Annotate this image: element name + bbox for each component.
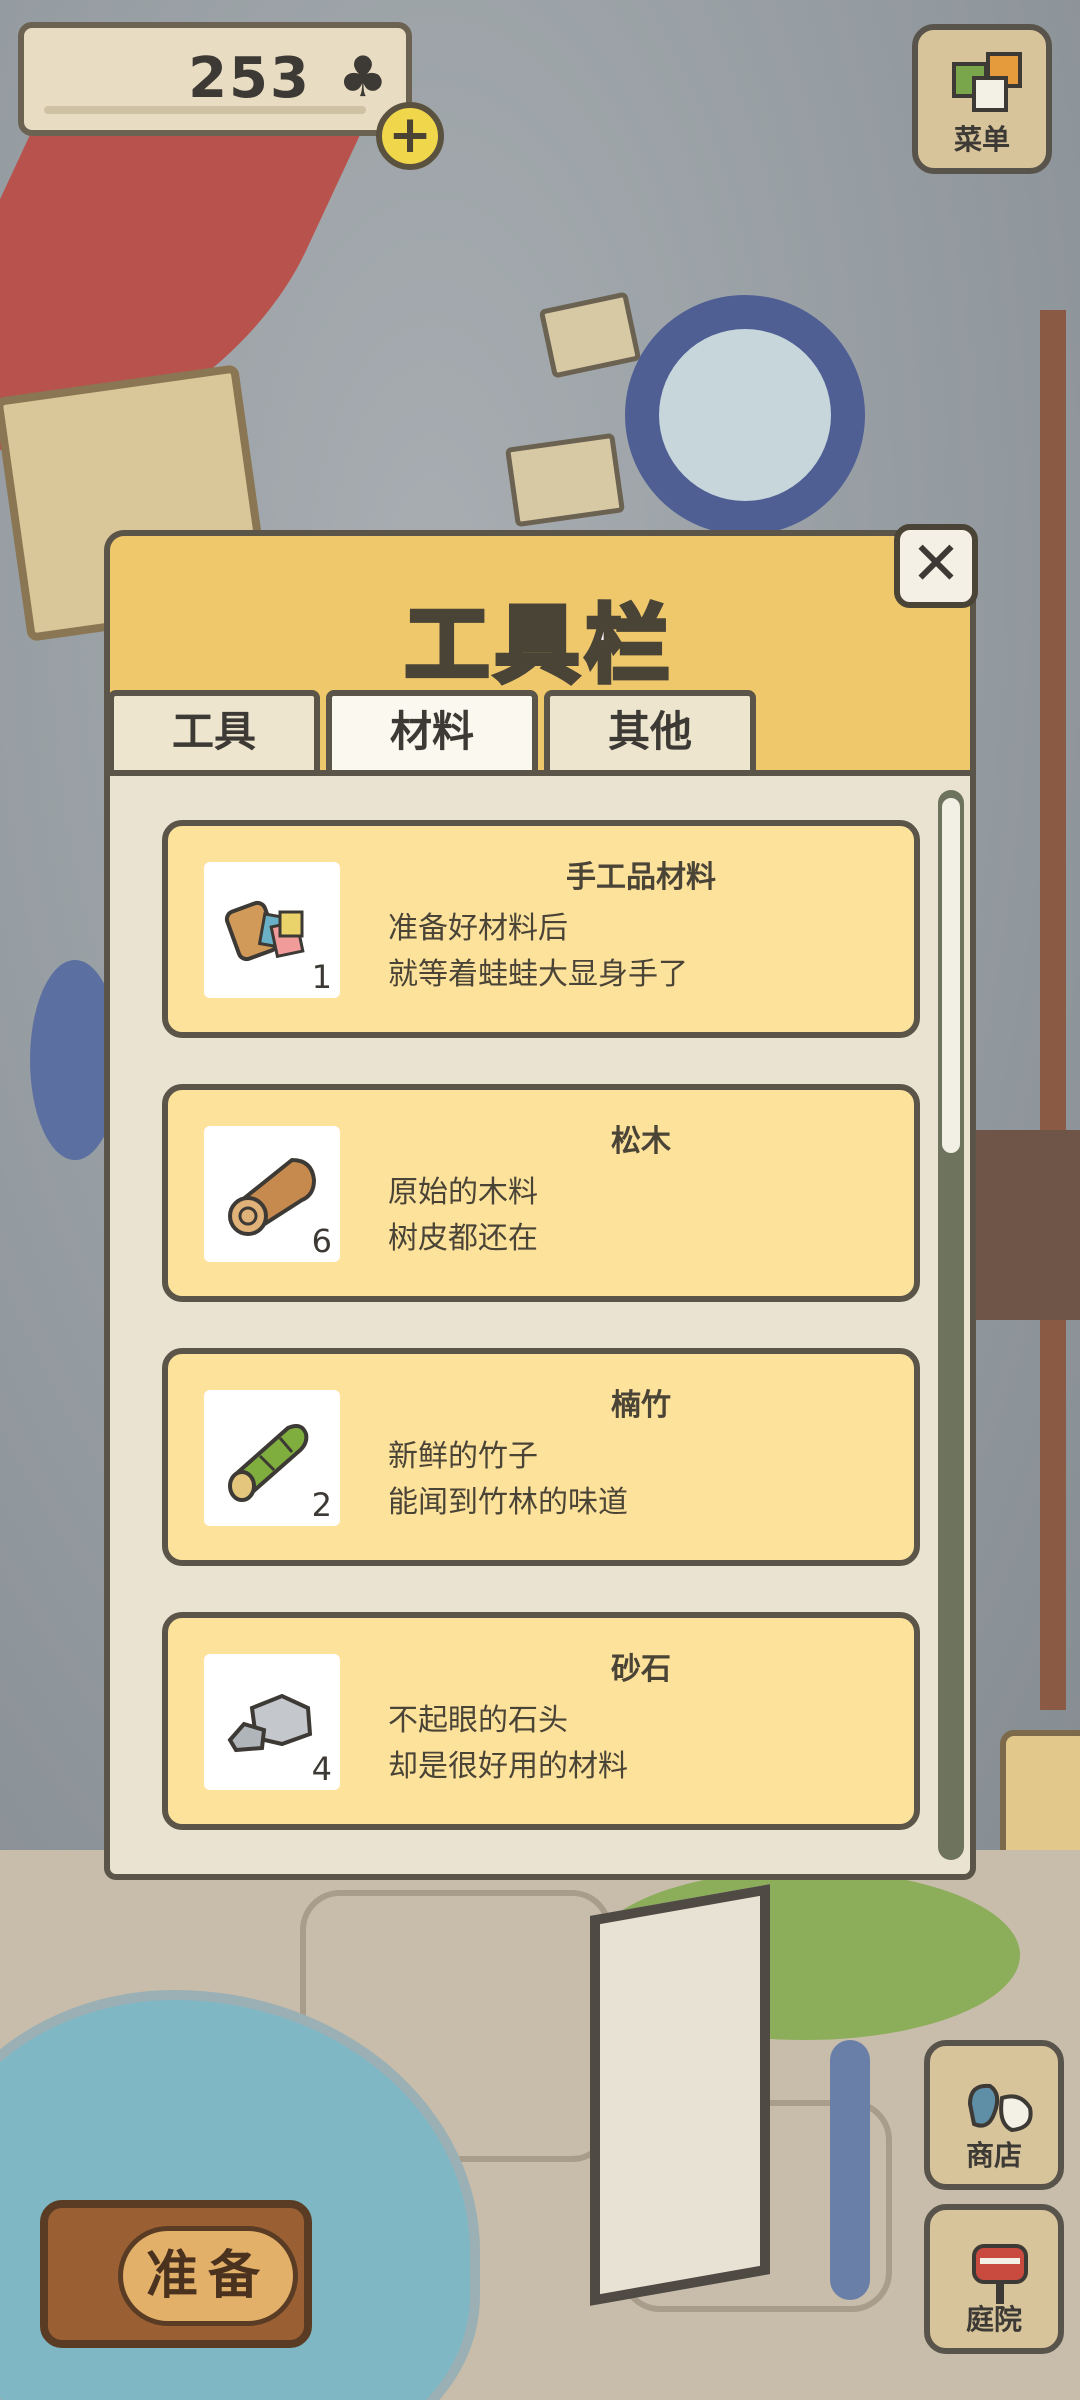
bamboo-icon bbox=[228, 1424, 309, 1502]
tab-tools[interactable]: 工具 bbox=[108, 690, 320, 770]
list-item[interactable] bbox=[162, 1876, 920, 1880]
clover-bar bbox=[44, 106, 366, 114]
panel-title: 工具栏 bbox=[402, 594, 675, 697]
scrollbar[interactable] bbox=[938, 790, 964, 1860]
item-name: 松木 bbox=[611, 1124, 671, 1159]
item-description-line: 新鲜的竹子 bbox=[388, 1439, 538, 1474]
menu-label: 菜单 bbox=[953, 123, 1010, 156]
item-name: 楠竹 bbox=[611, 1388, 671, 1423]
item-description-line: 树皮都还在 bbox=[388, 1221, 538, 1256]
item-thumbnail: 2 bbox=[204, 1390, 340, 1526]
round-mirror bbox=[625, 295, 865, 535]
pinned-note bbox=[504, 432, 626, 528]
item-description-line: 能闻到竹林的味道 bbox=[388, 1485, 628, 1520]
scroll-thumb[interactable] bbox=[942, 798, 960, 1153]
item-quantity: 4 bbox=[311, 1750, 332, 1788]
mailbox-icon bbox=[972, 2244, 1028, 2304]
prepare-button[interactable]: 准备 bbox=[40, 2200, 312, 2348]
item-description-line: 不起眼的石头 bbox=[388, 1703, 568, 1738]
yard-button[interactable]: 庭院 bbox=[924, 2204, 1064, 2354]
item-quantity: 1 bbox=[311, 958, 332, 996]
item-name: 砂石 bbox=[611, 1652, 671, 1687]
item-thumbnail: 4 bbox=[204, 1654, 340, 1790]
stone-icon bbox=[227, 1693, 313, 1753]
item-description: 准备好材料后 就等着蛙蛙大显身手了 bbox=[388, 906, 688, 998]
wooden-shelf bbox=[970, 1130, 1080, 1320]
item-description-line: 原始的木料 bbox=[388, 1175, 538, 1210]
item-description: 原始的木料 树皮都还在 bbox=[388, 1170, 538, 1262]
list-item[interactable]: 1 手工品材料 准备好材料后 就等着蛙蛙大显身手了 bbox=[162, 820, 920, 1038]
list-item[interactable]: 4 砂石 不起眼的石头 却是很好用的材料 bbox=[162, 1612, 920, 1830]
item-description-line: 却是很好用的材料 bbox=[388, 1749, 628, 1784]
menu-button[interactable]: 菜单 bbox=[912, 24, 1052, 174]
shop-button[interactable]: 商店 bbox=[924, 2040, 1064, 2190]
item-quantity: 6 bbox=[311, 1222, 332, 1260]
tab-materials[interactable]: 材料 bbox=[326, 690, 538, 770]
materials-list[interactable]: 1 手工品材料 准备好材料后 就等着蛙蛙大显身手了 6 松木 原始的木料 树皮都… bbox=[104, 770, 976, 1880]
item-description: 新鲜的竹子 能闻到竹林的味道 bbox=[388, 1434, 628, 1526]
item-thumbnail: 6 bbox=[204, 1126, 340, 1262]
tab-others[interactable]: 其他 bbox=[544, 690, 756, 770]
pine-log-icon bbox=[228, 1157, 317, 1236]
lamp-post bbox=[830, 2040, 870, 2300]
item-description-line: 就等着蛙蛙大显身手了 bbox=[388, 957, 688, 992]
list-item[interactable]: 2 楠竹 新鲜的竹子 能闻到竹林的味道 bbox=[162, 1348, 920, 1566]
wooden-pole bbox=[1040, 310, 1066, 1710]
item-description: 不起眼的石头 却是很好用的材料 bbox=[388, 1698, 628, 1790]
add-clover-button[interactable]: + bbox=[376, 102, 444, 170]
item-description-line: 准备好材料后 bbox=[388, 911, 568, 946]
item-quantity: 2 bbox=[311, 1486, 332, 1524]
craft-materials-icon bbox=[224, 900, 305, 962]
clover-count: 253 bbox=[188, 46, 311, 111]
clover-icon: ♣ bbox=[337, 45, 388, 110]
list-item[interactable]: 6 松木 原始的木料 树皮都还在 bbox=[162, 1084, 920, 1302]
item-name: 手工品材料 bbox=[566, 860, 716, 895]
yard-label: 庭院 bbox=[965, 2303, 1022, 2336]
prepare-label: 准备 bbox=[118, 2226, 298, 2326]
close-icon: ✕ bbox=[910, 529, 962, 599]
menu-icon bbox=[952, 52, 1022, 112]
clover-counter: 253 ♣ bbox=[18, 22, 412, 136]
shop-bag-icon bbox=[967, 2083, 1033, 2133]
item-thumbnail: 1 bbox=[204, 862, 340, 998]
folding-screen bbox=[590, 1884, 770, 2306]
shop-label: 商店 bbox=[965, 2139, 1022, 2172]
toolbar-panel: 工具栏 ✕ 工具 材料 其他 1 手工品材料 准备好材料后 就等着蛙蛙大显身手了 bbox=[104, 524, 978, 1880]
close-button[interactable]: ✕ bbox=[894, 524, 978, 608]
